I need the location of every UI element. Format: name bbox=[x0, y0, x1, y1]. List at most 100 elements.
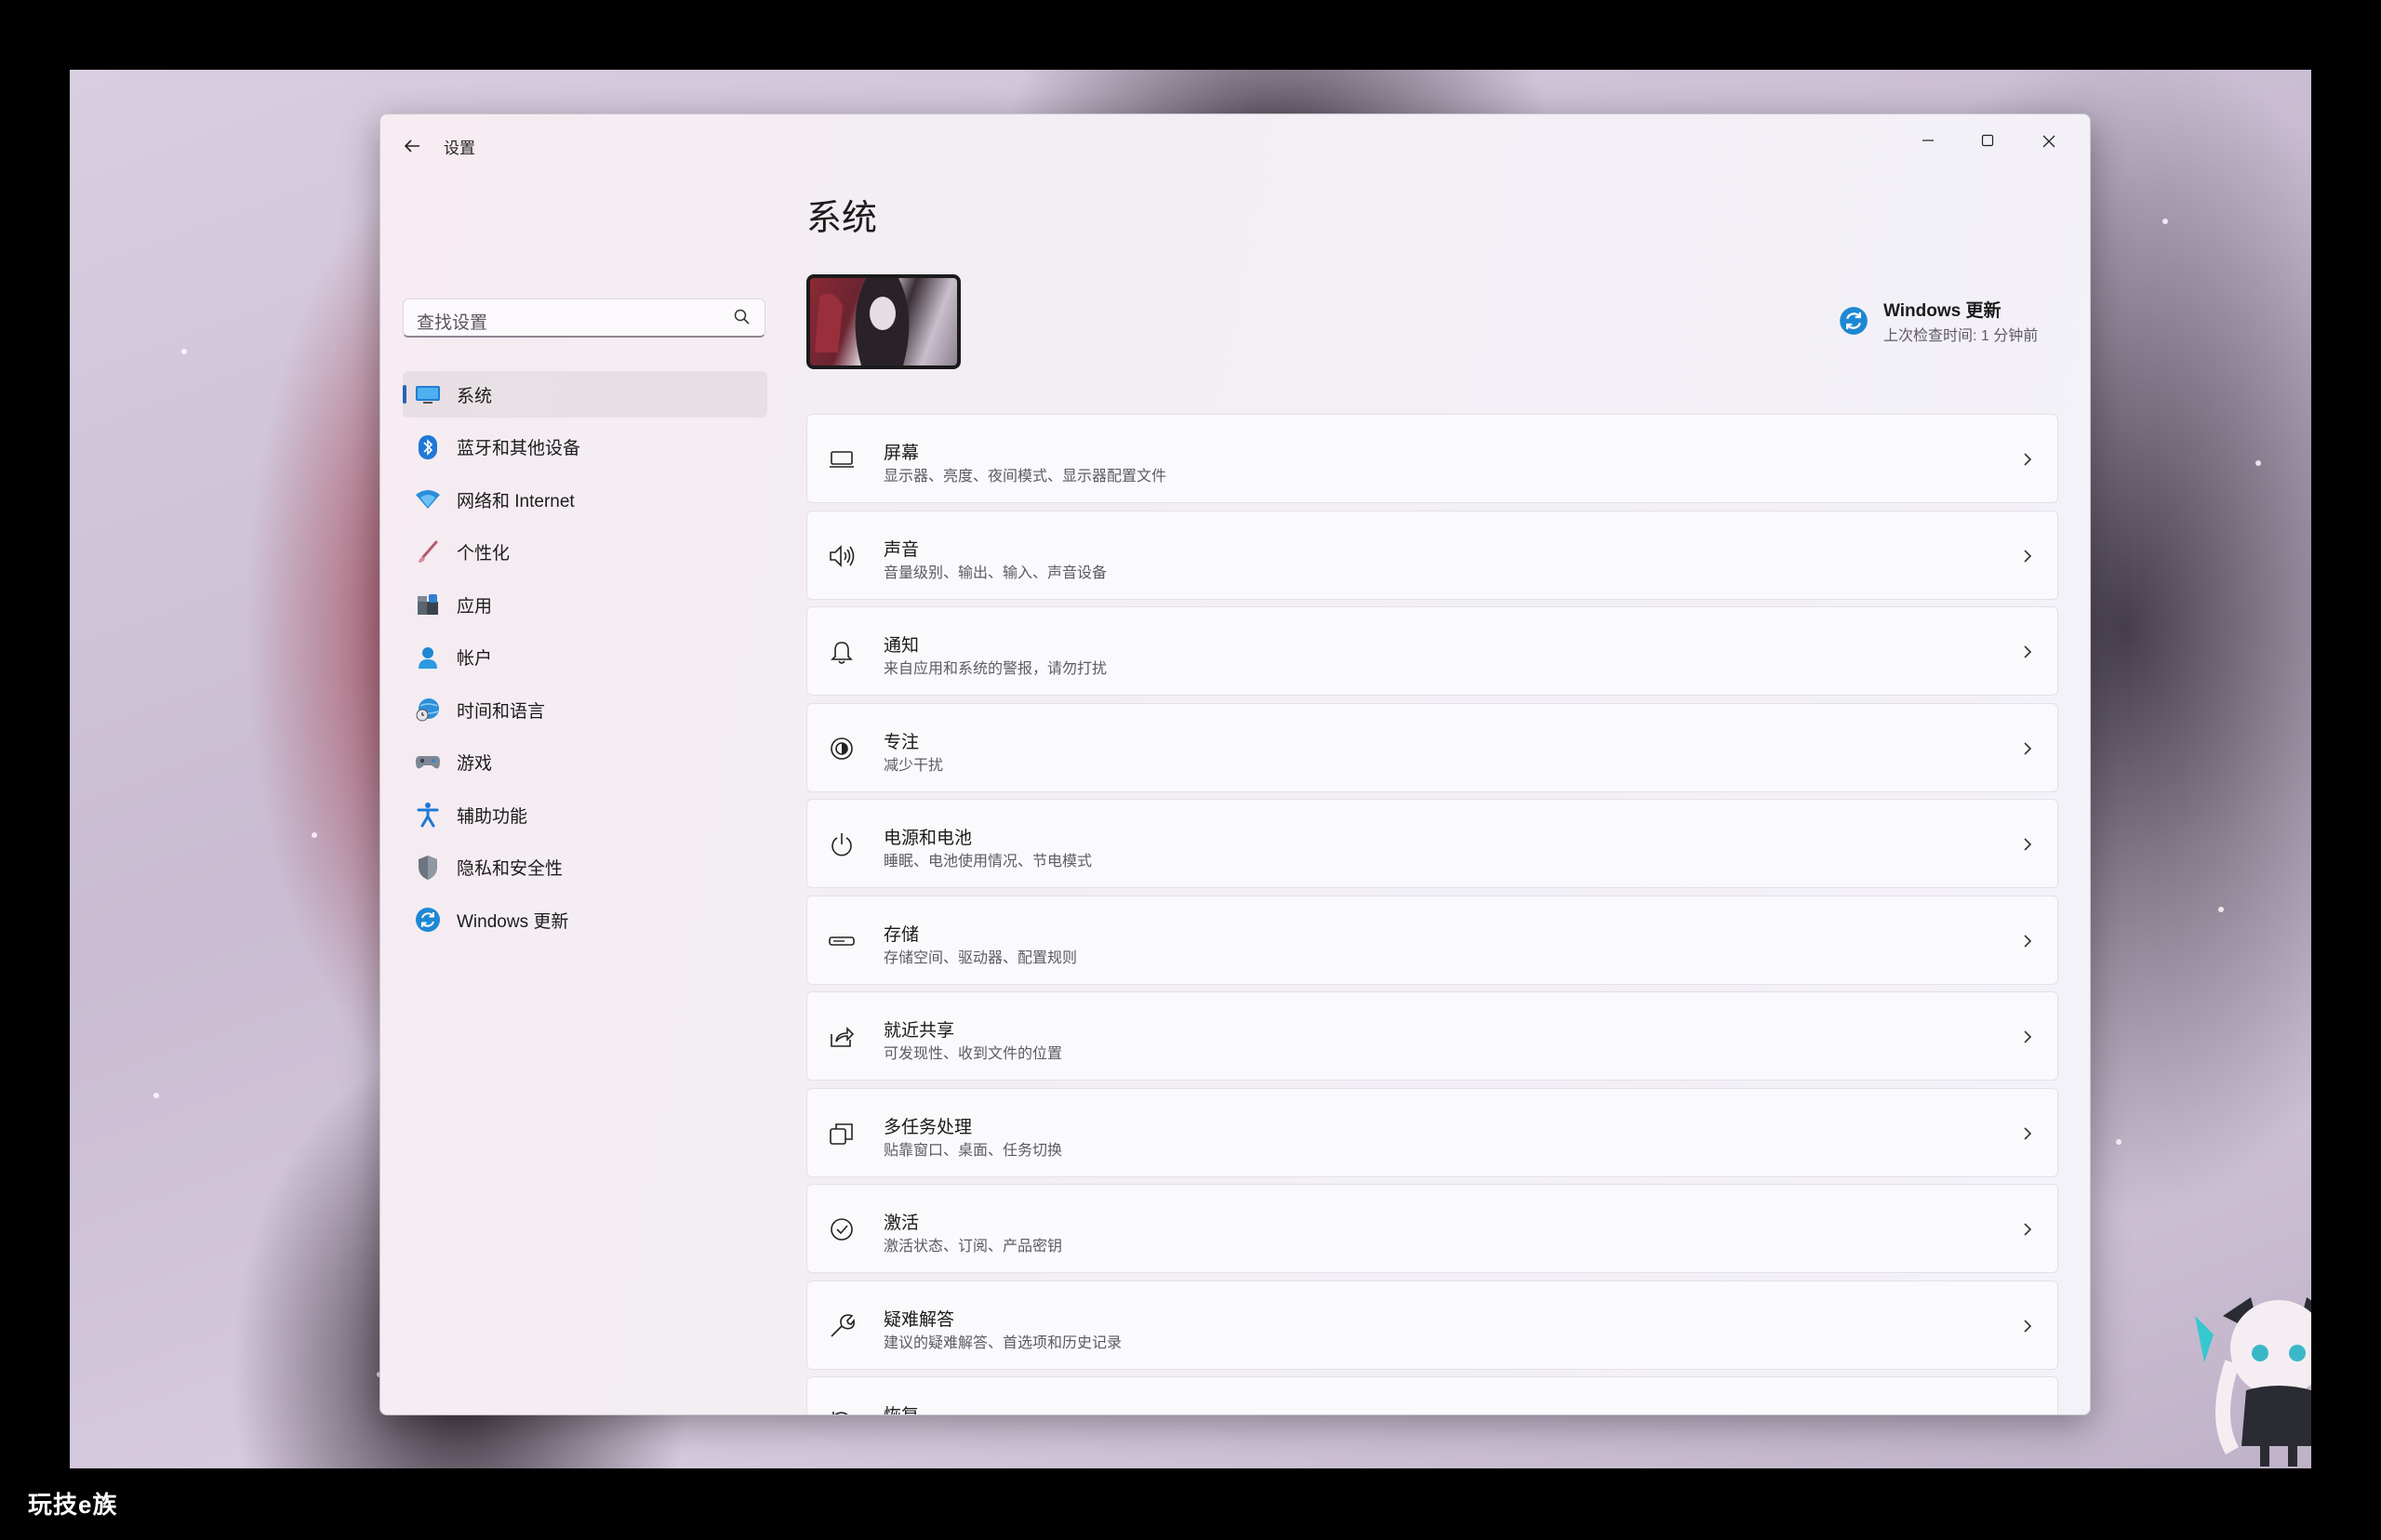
card-title: 恢复 bbox=[884, 1401, 919, 1414]
search-input[interactable]: 查找设置 bbox=[403, 299, 765, 338]
update-icon bbox=[1840, 307, 1868, 335]
card-sound[interactable]: 声音 音量级别、输出、输入、声音设备 bbox=[806, 510, 2058, 600]
sidebar-item-gaming[interactable]: 游戏 bbox=[403, 739, 767, 786]
power-icon bbox=[831, 833, 852, 856]
brush-icon bbox=[414, 538, 442, 566]
sidebar-item-label: 帐户 bbox=[457, 649, 493, 669]
chevron-right-icon bbox=[2024, 934, 2032, 948]
arrow-left-icon bbox=[404, 139, 419, 153]
display-icon bbox=[830, 451, 854, 468]
maximize-button[interactable] bbox=[1960, 124, 2015, 161]
card-title: 电源和电池 bbox=[884, 829, 973, 848]
sidebar-item-label: 个性化 bbox=[457, 544, 511, 564]
multitask-icon bbox=[830, 1122, 853, 1145]
card-subtitle: 存储空间、驱动器、配置规则 bbox=[884, 949, 1078, 966]
windows-update-status[interactable]: Windows 更新 上次检查时间: 1 分钟前 bbox=[1839, 297, 2062, 352]
card-activation[interactable]: 激活 激活状态、订阅、产品密钥 bbox=[806, 1184, 2058, 1273]
sidebar-item-accessibility[interactable]: 辅助功能 bbox=[403, 791, 767, 838]
card-subtitle: 激活状态、订阅、产品密钥 bbox=[884, 1239, 1063, 1255]
sidebar-item-label: 蓝牙和其他设备 bbox=[457, 439, 581, 458]
watermark-logo: 玩技e族 bbox=[28, 1491, 118, 1519]
card-subtitle: 来自应用和系统的警报，请勿打扰 bbox=[884, 661, 1108, 677]
card-subtitle: 可发现性、收到文件的位置 bbox=[884, 1046, 1063, 1062]
title-bar: 设置 bbox=[380, 114, 2090, 174]
card-power-battery[interactable]: 电源和电池 睡眠、电池使用情况、节电模式 bbox=[806, 799, 2058, 888]
sidebar-item-label: Windows 更新 bbox=[457, 911, 569, 932]
chevron-right-icon bbox=[2024, 1126, 2032, 1140]
windows-update-last-checked: 上次检查时间: 1 分钟前 bbox=[1883, 328, 2039, 344]
sidebar-item-bluetooth[interactable]: 蓝牙和其他设备 bbox=[403, 424, 767, 471]
search-placeholder: 查找设置 bbox=[417, 313, 488, 333]
chevron-right-icon bbox=[2024, 741, 2032, 755]
gamepad-icon bbox=[414, 749, 442, 777]
minimize-icon bbox=[1922, 139, 1934, 141]
chevron-right-icon bbox=[2024, 453, 2032, 466]
card-focus[interactable]: 专注 减少干扰 bbox=[806, 702, 2058, 792]
globe-clock-icon bbox=[414, 696, 442, 724]
page-title: 系统 bbox=[806, 199, 878, 238]
shield-icon bbox=[414, 854, 442, 882]
close-icon bbox=[2042, 135, 2055, 148]
sidebar-item-privacy[interactable]: 隐私和安全性 bbox=[403, 844, 767, 891]
account-icon bbox=[414, 644, 442, 671]
accessibility-icon bbox=[414, 801, 442, 829]
desktop-mascot-icon[interactable] bbox=[2195, 1279, 2311, 1468]
card-multitasking[interactable]: 多任务处理 贴靠窗口、桌面、任务切换 bbox=[806, 1087, 2058, 1177]
sidebar-item-personalization[interactable]: 个性化 bbox=[403, 529, 767, 576]
desktop-preview-thumbnail[interactable] bbox=[806, 274, 961, 369]
wifi-icon bbox=[414, 485, 442, 513]
speaker-icon bbox=[830, 544, 855, 567]
card-title: 存储 bbox=[884, 924, 920, 945]
card-display[interactable]: 屏幕 显示器、亮度、夜间模式、显示器配置文件 bbox=[806, 414, 2058, 503]
bell-icon bbox=[831, 642, 853, 664]
chevron-right-icon bbox=[2024, 549, 2032, 563]
sidebar-nav: 系统 蓝牙和其他设备 网络和 Internet 个性化 应用 帐户 时间和语言 … bbox=[403, 371, 767, 949]
recovery-icon bbox=[832, 1412, 848, 1414]
sidebar-item-label: 隐私和安全性 bbox=[457, 859, 564, 879]
update-icon bbox=[414, 906, 442, 934]
chevron-right-icon bbox=[2020, 1411, 2035, 1415]
share-icon bbox=[831, 1027, 855, 1047]
card-title: 屏幕 bbox=[884, 444, 920, 463]
close-button[interactable] bbox=[2021, 124, 2077, 161]
card-nearby-sharing[interactable]: 就近共享 可发现性、收到文件的位置 bbox=[806, 991, 2058, 1081]
card-subtitle: 建议的疑难解答、首选项和历史记录 bbox=[884, 1334, 1123, 1351]
sidebar-item-accounts[interactable]: 帐户 bbox=[403, 634, 767, 681]
card-troubleshoot[interactable]: 疑难解答 建议的疑难解答、首选项和历史记录 bbox=[806, 1280, 2058, 1370]
card-subtitle: 减少干扰 bbox=[884, 757, 944, 774]
window-title: 设置 bbox=[444, 139, 475, 157]
storage-icon bbox=[829, 936, 855, 946]
system-icon bbox=[414, 380, 442, 408]
card-title: 疑难解答 bbox=[884, 1309, 955, 1330]
minimize-button[interactable] bbox=[1900, 124, 1956, 161]
sidebar-item-label: 辅助功能 bbox=[457, 806, 528, 827]
settings-card-list: 屏幕 显示器、亮度、夜间模式、显示器配置文件 声音 音量级别、输出、输入、声音设… bbox=[806, 414, 2058, 1415]
search-icon[interactable] bbox=[733, 308, 752, 326]
chevron-right-icon bbox=[2024, 1223, 2032, 1236]
chevron-right-icon bbox=[2024, 838, 2032, 851]
card-title: 多任务处理 bbox=[884, 1117, 973, 1137]
back-button[interactable] bbox=[397, 131, 427, 161]
card-title: 就近共享 bbox=[884, 1021, 955, 1041]
card-notifications[interactable]: 通知 来自应用和系统的警报，请勿打扰 bbox=[806, 606, 2058, 696]
sidebar-item-label: 系统 bbox=[457, 386, 493, 406]
card-recovery[interactable]: 恢复 bbox=[806, 1376, 2058, 1415]
chevron-right-icon bbox=[2024, 1030, 2032, 1043]
sidebar-item-system[interactable]: 系统 bbox=[403, 371, 767, 418]
sidebar-item-time-language[interactable]: 时间和语言 bbox=[403, 686, 767, 733]
card-subtitle: 睡眠、电池使用情况、节电模式 bbox=[884, 854, 1093, 870]
sidebar-item-windows-update[interactable]: Windows 更新 bbox=[403, 896, 767, 943]
focus-icon bbox=[831, 737, 853, 760]
sidebar-item-label: 网络和 Internet bbox=[457, 491, 575, 511]
sidebar-item-label: 应用 bbox=[457, 596, 493, 617]
card-subtitle: 贴靠窗口、桌面、任务切换 bbox=[884, 1142, 1063, 1159]
chevron-right-icon bbox=[2024, 1319, 2032, 1333]
card-title: 通知 bbox=[884, 636, 920, 656]
card-subtitle: 显示器、亮度、夜间模式、显示器配置文件 bbox=[884, 469, 1167, 485]
wallpaper-preview-icon bbox=[815, 278, 910, 365]
sidebar-item-apps[interactable]: 应用 bbox=[403, 581, 767, 628]
bluetooth-icon bbox=[414, 433, 442, 461]
apps-icon bbox=[414, 591, 442, 618]
card-storage[interactable]: 存储 存储空间、驱动器、配置规则 bbox=[806, 895, 2058, 985]
sidebar-item-network[interactable]: 网络和 Internet bbox=[403, 476, 767, 523]
